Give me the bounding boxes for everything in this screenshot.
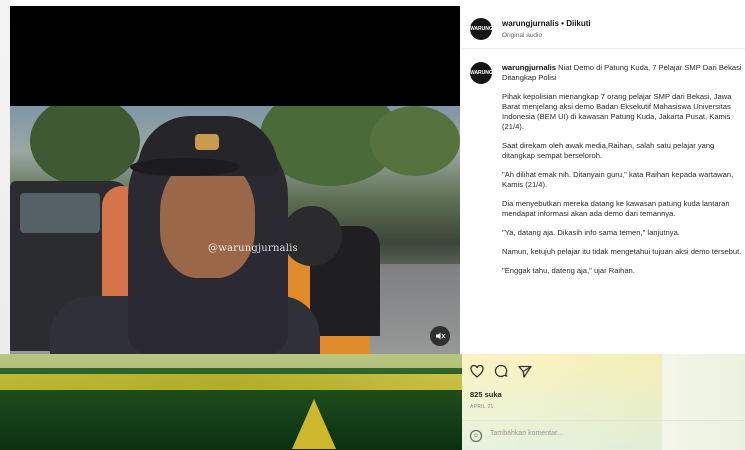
person-main-visor: [130, 158, 240, 176]
overlay-yellow-band: [0, 374, 462, 390]
comment-input[interactable]: Tambahkan komentar...: [490, 430, 563, 437]
comment-icon[interactable]: [494, 364, 518, 381]
screenshot-frame: @warungjurnalis WARUNG warungjurnalis • …: [0, 0, 745, 450]
tree-shape: [370, 106, 460, 176]
video-player[interactable]: @warungjurnalis: [10, 6, 460, 354]
video-watermark: @warungjurnalis: [208, 243, 298, 254]
person-back-head: [282, 206, 342, 266]
emoji-icon[interactable]: ☺: [470, 430, 482, 442]
person-main-face: [160, 158, 255, 278]
action-bar: [470, 364, 532, 381]
overlay-green: [0, 354, 462, 450]
likes-count[interactable]: 825 suka: [470, 390, 502, 399]
overlay-shape: [292, 399, 336, 449]
video-scene: @warungjurnalis: [10, 106, 460, 354]
overlay-light-band: [0, 354, 462, 368]
speaker-muted-icon[interactable]: [430, 326, 450, 346]
panel-footer-layer: 825 suka APRIL 21 ☺ Tambahkan komentar..…: [462, 6, 745, 450]
cap-badge: [195, 134, 219, 150]
tree-shape: [30, 106, 140, 186]
heart-icon[interactable]: [470, 364, 494, 381]
comment-bar: ☺ Tambahkan komentar...: [462, 420, 745, 450]
post-date: APRIL 21: [470, 404, 494, 410]
share-icon[interactable]: [518, 365, 532, 381]
